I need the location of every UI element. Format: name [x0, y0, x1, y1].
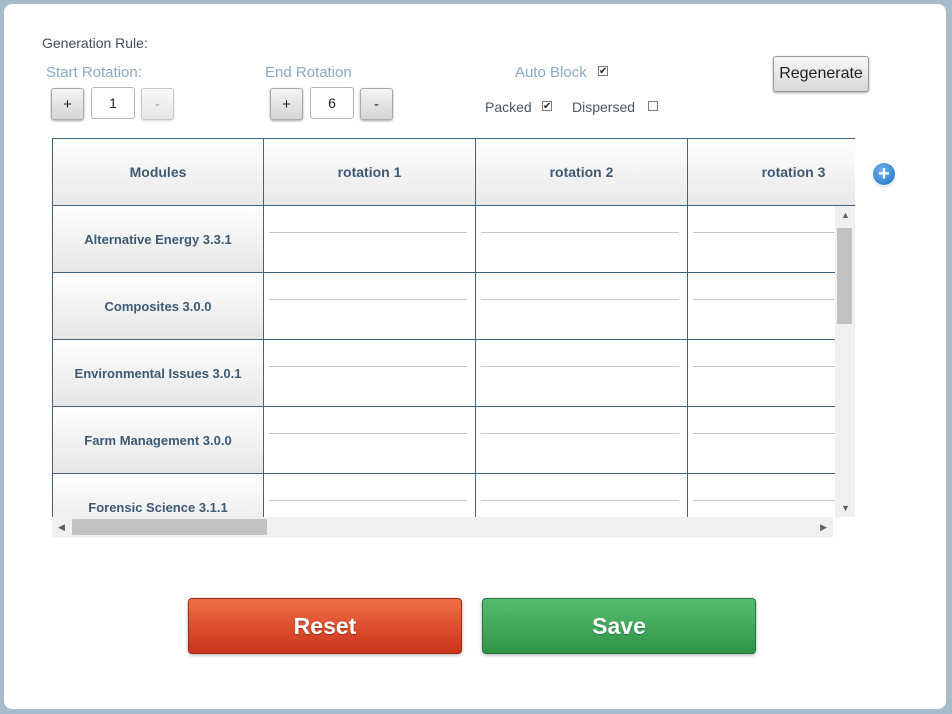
rotation-cell[interactable] [688, 273, 855, 340]
cell-divider [693, 433, 855, 434]
add-column-button[interactable]: + [873, 163, 895, 185]
table-row: Farm Management 3.0.0 [52, 407, 855, 474]
module-name-cell: Farm Management 3.0.0 [52, 407, 264, 474]
start-rotation-label: Start Rotation: [46, 64, 142, 81]
horizontal-scroll-thumb[interactable] [72, 519, 267, 535]
module-name-cell: Forensic Science 3.1.1 [52, 474, 264, 518]
vertical-scrollbar[interactable]: ▲ ▼ [835, 206, 855, 517]
vertical-scroll-thumb[interactable] [837, 228, 852, 324]
column-header-modules: Modules [52, 139, 264, 206]
generation-rule-title: Generation Rule: [42, 35, 148, 51]
rotation-cell[interactable] [264, 407, 476, 474]
packed-label: Packed [485, 99, 532, 115]
end-rotation-minus-button[interactable]: - [360, 88, 393, 120]
cell-divider [269, 299, 467, 300]
regenerate-button[interactable]: Regenerate [773, 56, 869, 92]
scroll-down-arrow-icon[interactable]: ▼ [841, 503, 850, 513]
horizontal-scrollbar[interactable]: ◀ ▶ [52, 517, 833, 537]
start-rotation-plus-button[interactable]: + [51, 88, 84, 120]
cell-divider [481, 299, 679, 300]
start-rotation-input[interactable]: 1 [91, 87, 135, 119]
module-name-cell: Composites 3.0.0 [52, 273, 264, 340]
scroll-left-arrow-icon[interactable]: ◀ [58, 522, 65, 533]
rotation-cell[interactable] [476, 206, 688, 273]
rotation-cell[interactable] [264, 206, 476, 273]
rotation-cell[interactable] [264, 273, 476, 340]
end-rotation-plus-button[interactable]: + [270, 88, 303, 120]
scroll-up-arrow-icon[interactable]: ▲ [841, 210, 850, 220]
dispersed-label: Dispersed [572, 99, 636, 115]
dispersed-checkbox[interactable] [648, 101, 658, 111]
cell-divider [693, 366, 855, 367]
grid-header-row: Modules rotation 1 rotation 2 rotation 3 [52, 139, 855, 206]
cell-divider [693, 232, 855, 233]
column-header-rotation-2: rotation 2 [476, 139, 688, 206]
cell-divider [693, 299, 855, 300]
rotation-cell[interactable] [476, 407, 688, 474]
cell-divider [269, 366, 467, 367]
rotation-cell[interactable] [476, 273, 688, 340]
table-row: Composites 3.0.0 [52, 273, 855, 340]
column-header-rotation-3: rotation 3 [688, 139, 855, 206]
auto-block-label: Auto Block [515, 64, 587, 81]
rotation-cell[interactable] [688, 474, 855, 518]
packed-checkbox[interactable]: ✔ [542, 101, 552, 112]
auto-block-checkbox[interactable]: ✔ [598, 66, 608, 77]
end-rotation-label: End Rotation [265, 64, 352, 81]
cell-divider [481, 366, 679, 367]
module-name-cell: Environmental Issues 3.0.1 [52, 340, 264, 407]
checkmark-icon: ✔ [599, 66, 608, 77]
rotation-cell[interactable] [476, 340, 688, 407]
save-button[interactable]: Save [482, 598, 756, 654]
table-row: Forensic Science 3.1.1 [52, 474, 855, 518]
end-rotation-input[interactable]: 6 [310, 87, 354, 119]
cell-divider [693, 500, 855, 501]
table-row: Environmental Issues 3.0.1 [52, 340, 855, 407]
cell-divider [269, 500, 467, 501]
rotation-cell[interactable] [688, 407, 855, 474]
cell-divider [481, 500, 679, 501]
plus-circle-icon: + [878, 163, 890, 185]
rotation-cell[interactable] [264, 474, 476, 518]
column-header-rotation-1: rotation 1 [264, 139, 476, 206]
rotation-grid: Modules rotation 1 rotation 2 rotation 3… [52, 138, 855, 518]
rotation-cell[interactable] [688, 206, 855, 273]
rotation-cell[interactable] [688, 340, 855, 407]
module-name-cell: Alternative Energy 3.3.1 [52, 206, 264, 273]
rotation-cell[interactable] [264, 340, 476, 407]
start-rotation-minus-button[interactable]: - [141, 88, 174, 120]
table-row: Alternative Energy 3.3.1 [52, 206, 855, 273]
scroll-right-arrow-icon[interactable]: ▶ [820, 522, 827, 533]
cell-divider [269, 232, 467, 233]
cell-divider [481, 433, 679, 434]
cell-divider [481, 232, 679, 233]
cell-divider [269, 433, 467, 434]
checkmark-icon: ✔ [543, 101, 552, 112]
rotation-cell[interactable] [476, 474, 688, 518]
reset-button[interactable]: Reset [188, 598, 462, 654]
